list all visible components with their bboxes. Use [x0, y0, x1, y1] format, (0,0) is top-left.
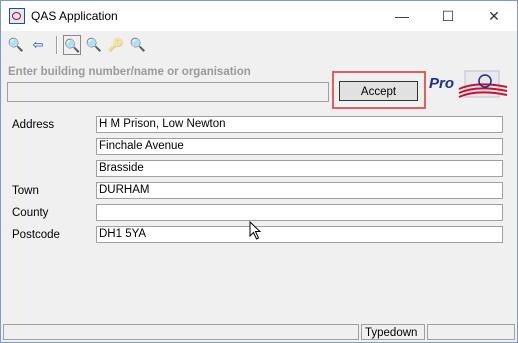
window-title: QAS Application [31, 9, 118, 23]
search-refine-icon[interactable]: 🔍 [63, 35, 81, 55]
accept-button[interactable]: Accept [339, 81, 418, 101]
status-pane-main [3, 324, 359, 340]
pro-logo: Pro [429, 69, 509, 105]
search-new-icon[interactable]: 🔍 [7, 35, 25, 55]
address-line3-field[interactable]: Brasside [96, 160, 503, 177]
search-prompt: Enter building number/name or organisati… [8, 66, 251, 78]
county-field[interactable] [96, 204, 503, 221]
title-bar[interactable]: QAS Application — ☐ ✕ [1, 1, 517, 31]
toolbar-separator [56, 36, 58, 54]
search-input[interactable] [7, 82, 329, 102]
postcode-field[interactable]: DH1 5YA [96, 226, 503, 243]
postcode-label: Postcode [12, 229, 60, 241]
town-field[interactable]: DURHAM [96, 182, 503, 199]
search-clear-icon[interactable]: 🔍 [129, 35, 147, 55]
maximize-button[interactable]: ☐ [425, 1, 471, 31]
address-label: Address [12, 119, 55, 131]
close-button[interactable]: ✕ [471, 1, 517, 31]
status-pane-extra [427, 324, 515, 340]
back-arrow-icon[interactable]: ⇦ [29, 35, 47, 55]
logo-graphic [458, 70, 508, 98]
address-line1-field[interactable]: H M Prison, Low Newton [96, 116, 503, 133]
search-key-icon[interactable]: 🔑 [107, 35, 125, 55]
app-window: QAS Application — ☐ ✕ 🔍 ⇦ 🔍 🔍 🔑 🔍 Enter … [0, 0, 518, 343]
toolbar: 🔍 ⇦ 🔍 🔍 🔑 🔍 [1, 32, 517, 58]
app-icon [9, 8, 25, 24]
town-label: Town [12, 185, 39, 197]
search-step-icon[interactable]: 🔍 [85, 35, 103, 55]
mouse-cursor-icon [249, 221, 262, 240]
address-line2-field[interactable]: Finchale Avenue [96, 138, 503, 155]
status-bar: Typedown [1, 323, 517, 342]
status-pane-mode: Typedown [361, 324, 425, 340]
county-label: County [12, 207, 49, 219]
minimize-button[interactable]: — [379, 1, 425, 31]
